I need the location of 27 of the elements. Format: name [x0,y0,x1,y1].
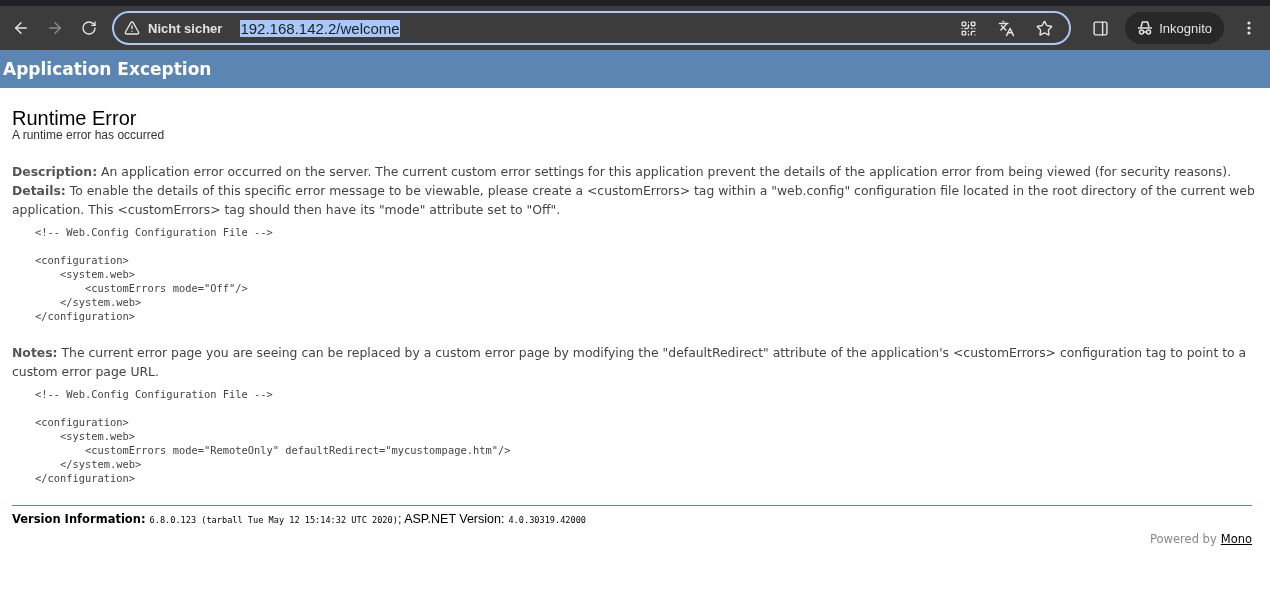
error-title: Runtime Error [12,108,138,128]
error-paragraph: Notes: The current error page you are seeing can be replaced by a custom error page by modifying the "defaultRedirect" attribute of the application's <customErrors> configuration tag to point to a custom error page URL. [12,344,1248,381]
page-header: Application Exception [0,50,1270,88]
aspnet-version-label: ; ASP.NET Version: [397,512,505,526]
qr-code-icon [959,19,977,37]
menu-dots-icon [1247,21,1251,35]
incognito-icon [1137,20,1154,36]
config-code-text: <!-- Web.Config Configuration File --> <configuration> <system.web> <customErrors mode="RemoteOnly" defaultRedirect="mycustompage.htm"/> </system.web> </configuration> [35,387,511,485]
version-text: 6.8.0.123 (tarball Tue May 12 15:14:32 UTC 2020) [149,515,398,525]
forward-arrow-icon [46,19,64,37]
error-subtitle: A runtime error has occurred [12,128,166,142]
error-paragraph: Description: An application error occurred on the server. The current custom error settings for this application prevent the details of the application error from being viewed (for security reasons). [12,163,1233,181]
star-icon [1035,19,1053,37]
error-paragraph: Details: To enable the details of this specific error message to be viewable, please create a <customErrors> tag within a "web.config" configuration file located in the root directory of the current web application. This <customErrors> tag should then have its "mode" attribute set to "Off". [12,182,1256,219]
version-label: Version Information: [12,512,146,526]
url-text: 192.168.142.2/welcome [240,19,400,37]
mono-link[interactable]: Mono [1220,532,1252,546]
address-bar[interactable]: Nicht sicher 192.168.142.2/welcome [112,11,1072,45]
warning-icon [124,20,140,36]
reload-icon [81,20,97,36]
aspnet-version-text: 4.0.30319.42000 [508,515,587,525]
powered-by-text: Powered by [1150,532,1217,546]
config-code-text: <!-- Web.Config Configuration File --> <configuration> <system.web> <customErrors mode="Off"/> </system.web> </configuration> [35,225,273,323]
translate-icon [997,19,1015,37]
side-panel-icon [1091,19,1109,37]
security-label: Nicht sicher [148,20,223,36]
incognito-button[interactable]: Inkognito [1125,12,1224,44]
